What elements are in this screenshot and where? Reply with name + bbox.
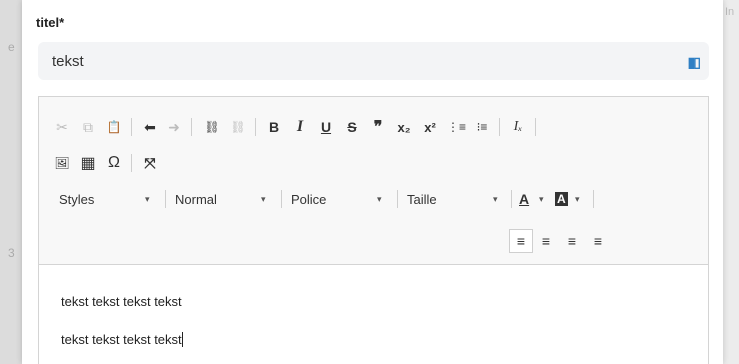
styles-combo[interactable]: Styles ▾ bbox=[59, 188, 163, 210]
bold-icon[interactable]: B bbox=[265, 116, 283, 138]
blockquote-icon[interactable]: ❞ bbox=[369, 116, 387, 138]
editor-content[interactable]: tekst tekst tekst tekst tekst tekst teks… bbox=[39, 266, 708, 364]
background-right-panel: In bbox=[723, 0, 739, 364]
chevron-down-icon: ▾ bbox=[539, 194, 544, 204]
chevron-down-icon: ▾ bbox=[575, 194, 580, 204]
background-text-fragment: e bbox=[8, 40, 15, 54]
text-color-button[interactable]: A ▾ bbox=[519, 188, 555, 210]
undo-icon[interactable]: ⬅ bbox=[141, 116, 159, 138]
remove-format-icon[interactable]: Iₓ bbox=[509, 116, 527, 138]
strikethrough-icon[interactable]: S bbox=[343, 116, 361, 138]
font-combo-label: Police bbox=[291, 191, 327, 207]
paragraph: tekst tekst tekst tekst bbox=[61, 294, 182, 309]
align-right-icon[interactable]: ≡ bbox=[563, 230, 581, 252]
toolbar-separator bbox=[593, 190, 594, 208]
special-char-icon[interactable]: Ω bbox=[105, 152, 123, 174]
format-combo[interactable]: Normal ▾ bbox=[175, 188, 279, 210]
paragraph-text: tekst tekst tekst tekst bbox=[61, 332, 182, 347]
underline-icon[interactable]: U bbox=[317, 116, 335, 138]
title-input-value: tekst bbox=[52, 52, 84, 70]
toolbar-separator bbox=[511, 190, 512, 208]
background-text-fragment: 3 bbox=[8, 246, 15, 260]
styles-combo-label: Styles bbox=[59, 191, 95, 207]
toolbar-separator bbox=[281, 190, 282, 208]
link-icon[interactable]: ⛓ bbox=[203, 116, 221, 138]
editor-toolbar: ✂ ⧉ 📋 ⬅ ➜ ⛓ ⛓ B I U S ❞ x₂ x² ⋮≡ ⁝≡ Iₓ 🖼… bbox=[39, 97, 708, 265]
italic-icon[interactable]: I bbox=[291, 116, 309, 138]
cut-icon[interactable]: ✂ bbox=[53, 116, 71, 138]
align-left-icon[interactable]: ≡ bbox=[509, 229, 533, 253]
toolbar-separator bbox=[131, 154, 132, 172]
redo-icon[interactable]: ➜ bbox=[165, 116, 183, 138]
superscript-icon[interactable]: x² bbox=[421, 116, 439, 138]
chevron-down-icon: ▾ bbox=[261, 194, 266, 204]
title-input[interactable]: tekst ▮▯ bbox=[38, 42, 709, 80]
background-text-fragment: In bbox=[725, 6, 735, 18]
form-card: titel* tekst ▮▯ ✂ ⧉ 📋 ⬅ ➜ ⛓ ⛓ B I U S ❞ … bbox=[22, 0, 723, 364]
paragraph: tekst tekst tekst tekst bbox=[61, 332, 183, 347]
font-combo[interactable]: Police ▾ bbox=[291, 188, 395, 210]
chevron-down-icon: ▾ bbox=[145, 194, 150, 204]
text-caret bbox=[181, 332, 183, 347]
toolbar-separator bbox=[397, 190, 398, 208]
table-icon[interactable]: ▦ bbox=[79, 152, 97, 174]
paste-icon[interactable]: 📋 bbox=[105, 116, 123, 138]
toolbar-separator bbox=[131, 118, 132, 136]
align-justify-icon[interactable]: ≡ bbox=[589, 230, 607, 252]
toolbar-separator bbox=[165, 190, 166, 208]
image-icon[interactable]: 🖼 bbox=[53, 152, 71, 174]
toolbar-separator bbox=[191, 118, 192, 136]
bulleted-list-icon[interactable]: ⁝≡ bbox=[473, 116, 491, 138]
numbered-list-icon[interactable]: ⋮≡ bbox=[447, 116, 466, 138]
background-left-panel: e 3 bbox=[0, 0, 22, 364]
copy-icon[interactable]: ⧉ bbox=[79, 116, 97, 138]
bg-color-icon: A bbox=[555, 192, 568, 206]
chevron-down-icon: ▾ bbox=[493, 194, 498, 204]
align-center-icon[interactable]: ≡ bbox=[537, 230, 555, 252]
chevron-down-icon: ▾ bbox=[377, 194, 382, 204]
size-combo-label: Taille bbox=[407, 191, 437, 207]
subscript-icon[interactable]: x₂ bbox=[395, 116, 413, 138]
maximize-icon[interactable]: ⤧ bbox=[141, 152, 159, 174]
toolbar-separator bbox=[535, 118, 536, 136]
size-combo[interactable]: Taille ▾ bbox=[407, 188, 511, 210]
toolbar-separator bbox=[255, 118, 256, 136]
unlink-icon[interactable]: ⛓ bbox=[229, 116, 247, 138]
format-combo-label: Normal bbox=[175, 191, 217, 207]
text-color-icon: A bbox=[519, 191, 530, 207]
rich-text-editor: ✂ ⧉ 📋 ⬅ ➜ ⛓ ⛓ B I U S ❞ x₂ x² ⋮≡ ⁝≡ Iₓ 🖼… bbox=[38, 96, 709, 364]
toolbar-separator bbox=[499, 118, 500, 136]
extension-icon[interactable]: ▮▯ bbox=[688, 54, 701, 71]
bg-color-button[interactable]: A ▾ bbox=[555, 188, 591, 210]
title-field-label: titel* bbox=[36, 15, 65, 30]
